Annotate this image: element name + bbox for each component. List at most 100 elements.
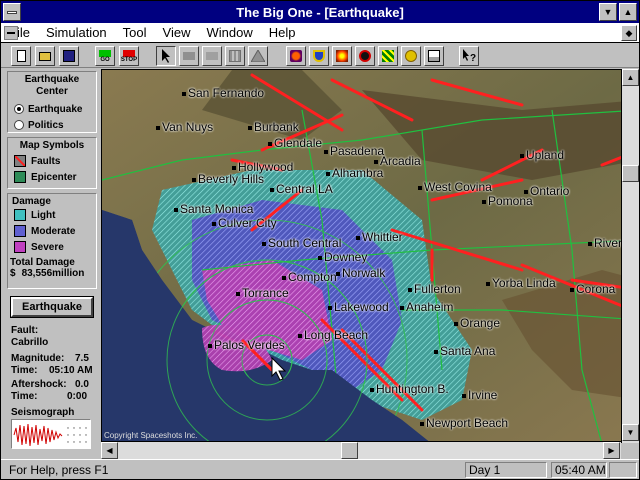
scroll-up-button[interactable]: ▲	[622, 69, 639, 86]
menu-help[interactable]: Help	[261, 25, 304, 40]
radio-earthquake[interactable]: Earthquake	[8, 101, 96, 117]
city-label[interactable]: Glendale	[268, 136, 322, 150]
scroll-left-button[interactable]: ◀	[101, 442, 118, 459]
city-label[interactable]: Corona	[570, 282, 615, 296]
menu-tool[interactable]: Tool	[115, 25, 155, 40]
stop-light-icon	[123, 49, 135, 57]
city-label[interactable]: Fullerton	[408, 282, 461, 296]
total-damage-value: 83,556million	[21, 268, 85, 279]
grid-tool-button[interactable]	[225, 46, 245, 66]
city-label[interactable]: Anaheim	[400, 300, 453, 314]
city-label[interactable]: Long Beach	[298, 328, 368, 342]
maximize-button[interactable]: ▲	[619, 3, 637, 21]
city-label[interactable]: Norwalk	[336, 266, 385, 280]
shield-tool-button[interactable]	[309, 46, 329, 66]
city-label[interactable]: Palos Verdes	[208, 338, 285, 352]
city-label[interactable]: Pomona	[482, 194, 533, 208]
down-arrow-icon: ▼	[626, 428, 635, 437]
city-label[interactable]: Alhambra	[326, 166, 383, 180]
menu-simulation[interactable]: Simulation	[38, 25, 115, 40]
new-button[interactable]	[11, 46, 31, 66]
damage-light: Light	[8, 207, 96, 223]
save-button[interactable]	[59, 46, 79, 66]
coins-icon	[405, 50, 417, 62]
open-button[interactable]	[35, 46, 55, 66]
vertical-scrollbar[interactable]: ▲ ▼	[621, 69, 639, 443]
city-label[interactable]: Van Nuys	[156, 120, 213, 134]
city-label[interactable]: Huntington B.	[370, 382, 449, 396]
restore-document-button[interactable]: ◆	[621, 25, 637, 41]
city-label[interactable]: Newport Beach	[420, 416, 508, 430]
faults-swatch	[14, 155, 26, 167]
city-label[interactable]: South Central	[262, 236, 341, 250]
bulldozer-tool-button[interactable]	[179, 46, 199, 66]
city-label[interactable]: San Fernando	[182, 86, 264, 100]
city-label[interactable]: Beverly Hills	[192, 172, 264, 186]
save-disk-icon	[63, 50, 75, 62]
radiation-tool-button[interactable]	[355, 46, 375, 66]
stop-button[interactable]: STOP	[119, 46, 139, 66]
build-tool-button[interactable]	[202, 46, 222, 66]
map-view[interactable]: San Fernando Van Nuys Burbank Glendale P…	[101, 69, 639, 443]
fire-tool-button[interactable]	[286, 46, 306, 66]
horizontal-scroll-thumb[interactable]	[341, 442, 358, 459]
city-label[interactable]: Lakewood	[328, 300, 389, 314]
city-label[interactable]: Torrance	[236, 286, 289, 300]
city-label[interactable]: Irvine	[462, 388, 497, 402]
moderate-label: Moderate	[31, 225, 76, 237]
help-pointer-button[interactable]: ?	[459, 46, 479, 66]
go-button[interactable]: GO	[95, 46, 115, 66]
damage-moderate: Moderate	[8, 223, 96, 239]
report-tool-button[interactable]	[424, 46, 444, 66]
epicenter-label: Epicenter	[31, 171, 77, 183]
fire-icon	[290, 50, 302, 62]
coins-tool-button[interactable]	[401, 46, 421, 66]
document-menu-icon[interactable]	[4, 26, 18, 40]
city-label[interactable]: Compton	[282, 270, 337, 284]
control-sidebar: Earthquake Center Earthquake Politics Ma…	[3, 69, 99, 457]
menu-view[interactable]: View	[155, 25, 199, 40]
city-label[interactable]: Santa Ana	[434, 344, 495, 358]
aftershock-value: 0.0	[75, 379, 89, 390]
radio-politics[interactable]: Politics	[8, 117, 96, 133]
severe-label: Severe	[31, 241, 64, 253]
vertical-scroll-thumb[interactable]	[622, 165, 639, 182]
magnitude-value: 7.5	[75, 353, 89, 364]
city-label[interactable]: Orange	[454, 316, 500, 330]
status-help-text: For Help, press F1	[9, 463, 109, 477]
earthquake-button[interactable]: Earthquake	[10, 296, 94, 318]
symbol-epicenter: Epicenter	[8, 169, 96, 185]
city-label[interactable]: Burbank	[248, 120, 299, 134]
fault-tool-button[interactable]	[378, 46, 398, 66]
city-label[interactable]: Upland	[520, 148, 564, 162]
city-label[interactable]: West Covina	[418, 180, 492, 194]
radio-politics-label: Politics	[28, 119, 64, 131]
pointer-tool-button[interactable]	[156, 46, 176, 66]
fault-value: Cabrillo	[11, 337, 49, 348]
city-label[interactable]: Culver City	[212, 216, 277, 230]
symbol-faults: Faults	[8, 153, 96, 169]
main-window: The Big One - [Earthquake] ▼ ▲ File Simu…	[0, 0, 640, 480]
scroll-right-button[interactable]: ▶	[603, 442, 620, 459]
city-label[interactable]: Santa Monica	[174, 202, 253, 216]
city-label[interactable]: Downey	[318, 250, 367, 264]
city-label[interactable]: Yorba Linda	[486, 276, 556, 290]
city-label[interactable]: Whittier	[356, 230, 403, 244]
minimize-button[interactable]: ▼	[599, 3, 617, 21]
fault-line-icon	[382, 50, 394, 62]
scroll-down-button[interactable]: ▼	[622, 424, 639, 441]
radio-earthquake-dot[interactable]	[14, 104, 24, 114]
explosion-tool-button[interactable]	[332, 46, 352, 66]
tent-tool-button[interactable]	[248, 46, 268, 66]
radio-politics-dot[interactable]	[14, 120, 24, 130]
light-swatch	[14, 209, 26, 221]
go-label: GO	[100, 56, 110, 63]
system-menu-icon	[7, 10, 17, 14]
city-label[interactable]: Central LA	[270, 182, 333, 196]
horizontal-scrollbar[interactable]: ◀ ▶	[101, 441, 621, 459]
arrow-pointer-icon	[162, 49, 170, 63]
system-menu-button[interactable]	[3, 3, 21, 21]
title-bar[interactable]: The Big One - [Earthquake] ▼ ▲	[1, 1, 639, 23]
status-clock: 05:40 AM	[551, 462, 607, 478]
menu-window[interactable]: Window	[198, 25, 260, 40]
